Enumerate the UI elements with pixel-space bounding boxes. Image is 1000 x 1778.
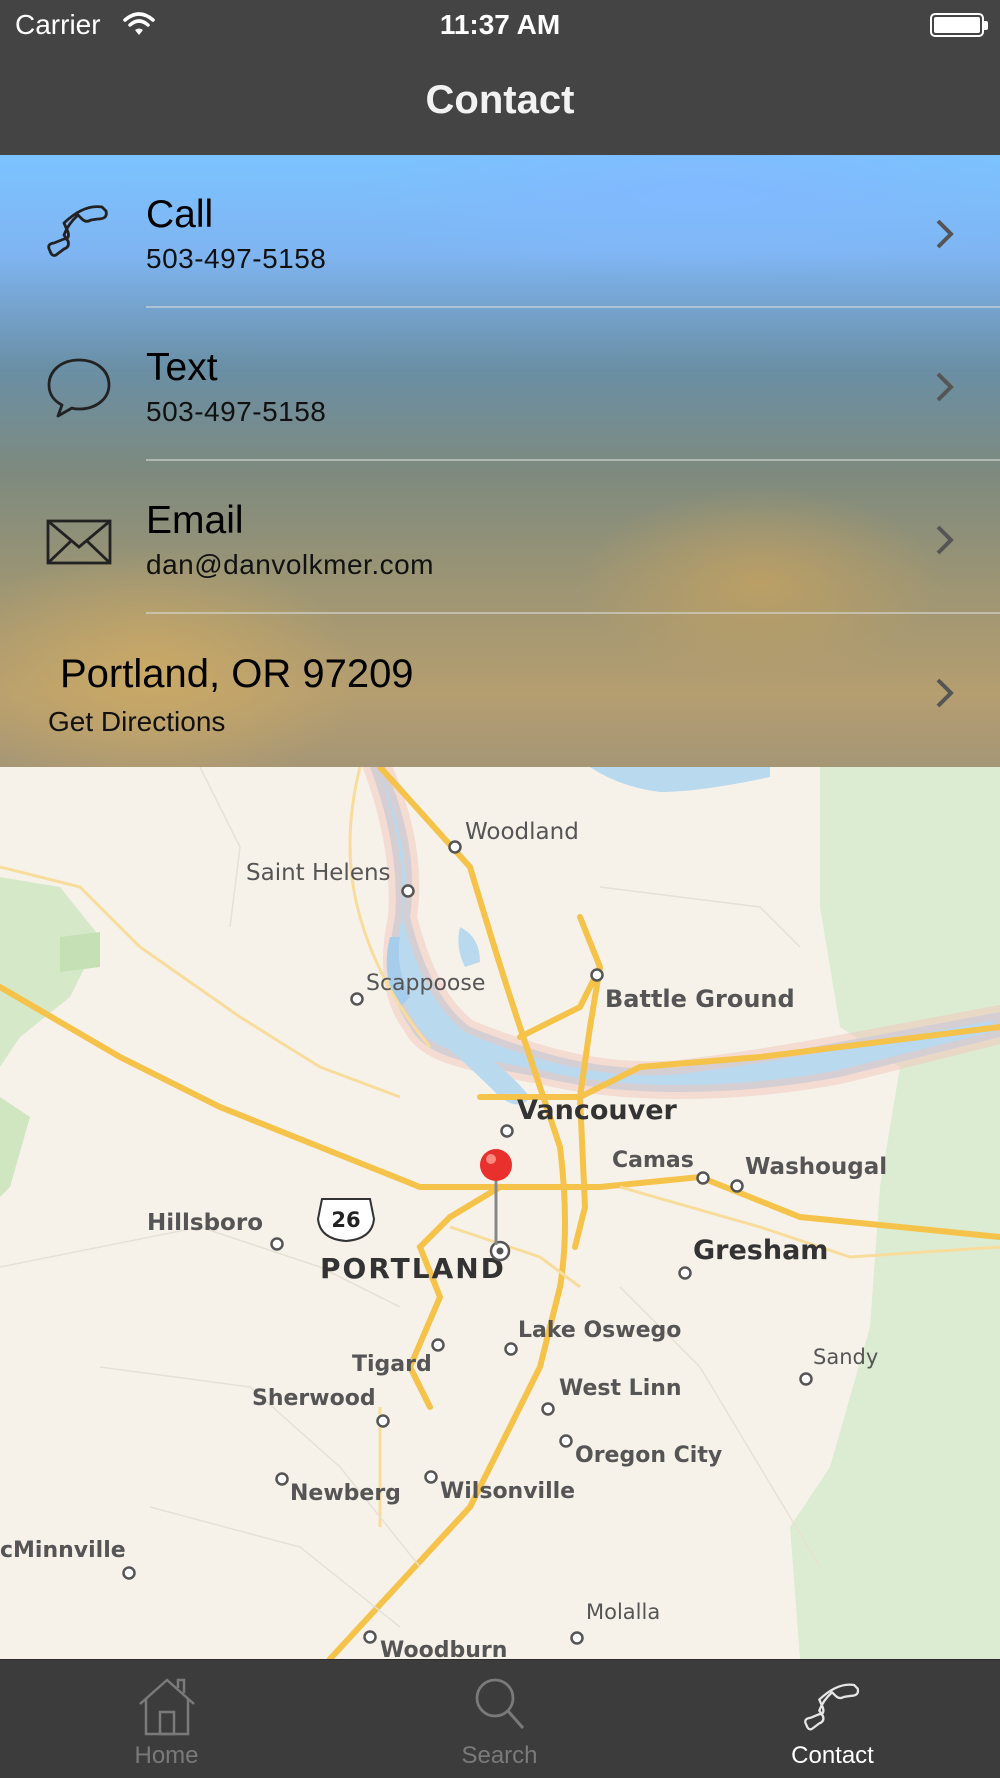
map-label: Camas (612, 1148, 694, 1173)
email-title: Email (146, 499, 244, 542)
map-canvas: 26 Woodland Saint Helens Scappoose Battl… (0, 767, 1000, 1659)
call-title: Call (146, 193, 214, 236)
map-label: Sherwood (252, 1386, 376, 1411)
map-label: Wilsonville (440, 1479, 575, 1504)
tab-search[interactable]: Search (333, 1660, 666, 1778)
map-label: Woodburn (380, 1638, 507, 1659)
map-label: Washougal (745, 1154, 887, 1180)
chevron-right-icon (936, 678, 954, 708)
address-title: Portland, OR 97209 (60, 652, 414, 696)
directions-row[interactable]: Portland, OR 97209 Get Directions (0, 614, 1000, 767)
map-label: Tigard (352, 1352, 432, 1377)
map-label: Sandy (813, 1345, 878, 1369)
map-label: Saint Helens (246, 860, 391, 886)
map-label: PORTLAND (320, 1252, 506, 1285)
map-label: Lake Oswego (518, 1318, 681, 1343)
text-number: 503-497-5158 (146, 396, 327, 427)
text-row[interactable]: Text 503-497-5158 (0, 308, 1000, 461)
map-view[interactable]: 26 Woodland Saint Helens Scappoose Battl… (0, 767, 1000, 1659)
tab-label: Home (134, 1742, 199, 1769)
chat-bubble-icon (47, 358, 111, 418)
map-label: cMinnville (0, 1538, 126, 1563)
tab-bar: Home Search Contact (0, 1659, 1000, 1778)
map-label: Gresham (693, 1235, 828, 1266)
email-row[interactable]: Email dan@danvolkmer.com (0, 461, 1000, 614)
text-title: Text (146, 346, 218, 389)
get-directions-label: Get Directions (48, 706, 226, 737)
status-bar: Carrier 11:37 AM (0, 0, 1000, 50)
chevron-right-icon (936, 525, 954, 555)
chevron-right-icon (936, 372, 954, 402)
map-label: Hillsboro (147, 1210, 263, 1236)
search-icon (475, 1678, 525, 1729)
highway-number: 26 (331, 1208, 360, 1232)
status-time: 11:37 AM (439, 9, 561, 40)
tab-home[interactable]: Home (0, 1660, 333, 1778)
map-label: Vancouver (517, 1095, 678, 1126)
contact-list: Call 503-497-5158 Text 503-497-5158 Emai… (0, 155, 1000, 767)
map-label: Woodland (465, 819, 579, 845)
battery-icon (930, 13, 988, 37)
home-icon (139, 1678, 195, 1736)
map-label: Oregon City (575, 1443, 722, 1468)
map-label: Battle Ground (605, 985, 795, 1013)
chevron-right-icon (936, 219, 954, 249)
map-label: West Linn (559, 1376, 682, 1401)
tab-contact[interactable]: Contact (666, 1660, 999, 1778)
navigation-bar: Carrier 11:37 AM Contact (0, 0, 1000, 155)
call-row[interactable]: Call 503-497-5158 (0, 155, 1000, 308)
map-label: Scappoose (366, 971, 485, 996)
call-number: 503-497-5158 (146, 243, 327, 274)
phone-icon (47, 205, 108, 257)
tab-label: Contact (791, 1742, 874, 1769)
tab-label: Search (461, 1742, 538, 1769)
map-label: Newberg (290, 1481, 401, 1506)
email-address: dan@danvolkmer.com (146, 549, 435, 580)
location-pin-icon[interactable] (480, 1149, 512, 1262)
envelope-icon (46, 519, 112, 565)
map-label: Molalla (586, 1600, 660, 1624)
highway-shield-icon: 26 (316, 1198, 376, 1243)
phone-icon (804, 1683, 860, 1731)
page-title: Contact (425, 78, 575, 122)
